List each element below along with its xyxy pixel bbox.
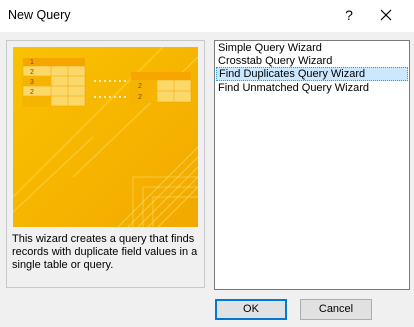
left-table-number: 3 <box>30 79 34 86</box>
list-item-find-duplicates-query-wizard[interactable]: Find Duplicates Query Wizard <box>216 67 408 81</box>
help-button[interactable]: ? <box>340 5 358 25</box>
right-table-number: 2 <box>138 83 142 90</box>
left-table: 1 2 3 2 <box>22 58 86 107</box>
dialog-body: 1 2 3 2 2 2 This wizard creates a query … <box>0 32 414 327</box>
list-item-find-unmatched-query-wizard[interactable]: Find Unmatched Query Wizard <box>216 82 408 94</box>
ok-button[interactable]: OK <box>215 299 287 320</box>
wizard-listbox[interactable]: Simple Query Wizard Crosstab Query Wizar… <box>214 40 410 290</box>
left-table-number: 1 <box>30 59 34 66</box>
left-table-number: 2 <box>30 69 34 76</box>
left-table-number: 2 <box>30 89 34 96</box>
wizard-preview-image: 1 2 3 2 2 2 <box>13 47 198 227</box>
wizard-description: This wizard creates a query that finds r… <box>12 233 198 271</box>
list-item-simple-query-wizard[interactable]: Simple Query Wizard <box>216 42 408 54</box>
list-item-crosstab-query-wizard[interactable]: Crosstab Query Wizard <box>216 55 408 67</box>
wizard-preview-panel: 1 2 3 2 2 2 This wizard creates a query … <box>6 40 205 288</box>
window-title: New Query <box>8 8 71 22</box>
cancel-button[interactable]: Cancel <box>300 299 372 320</box>
right-table: 2 2 <box>130 72 192 103</box>
close-icon[interactable] <box>375 4 397 26</box>
title-bar: New Query ? <box>0 0 414 32</box>
right-table-number: 2 <box>138 94 142 101</box>
